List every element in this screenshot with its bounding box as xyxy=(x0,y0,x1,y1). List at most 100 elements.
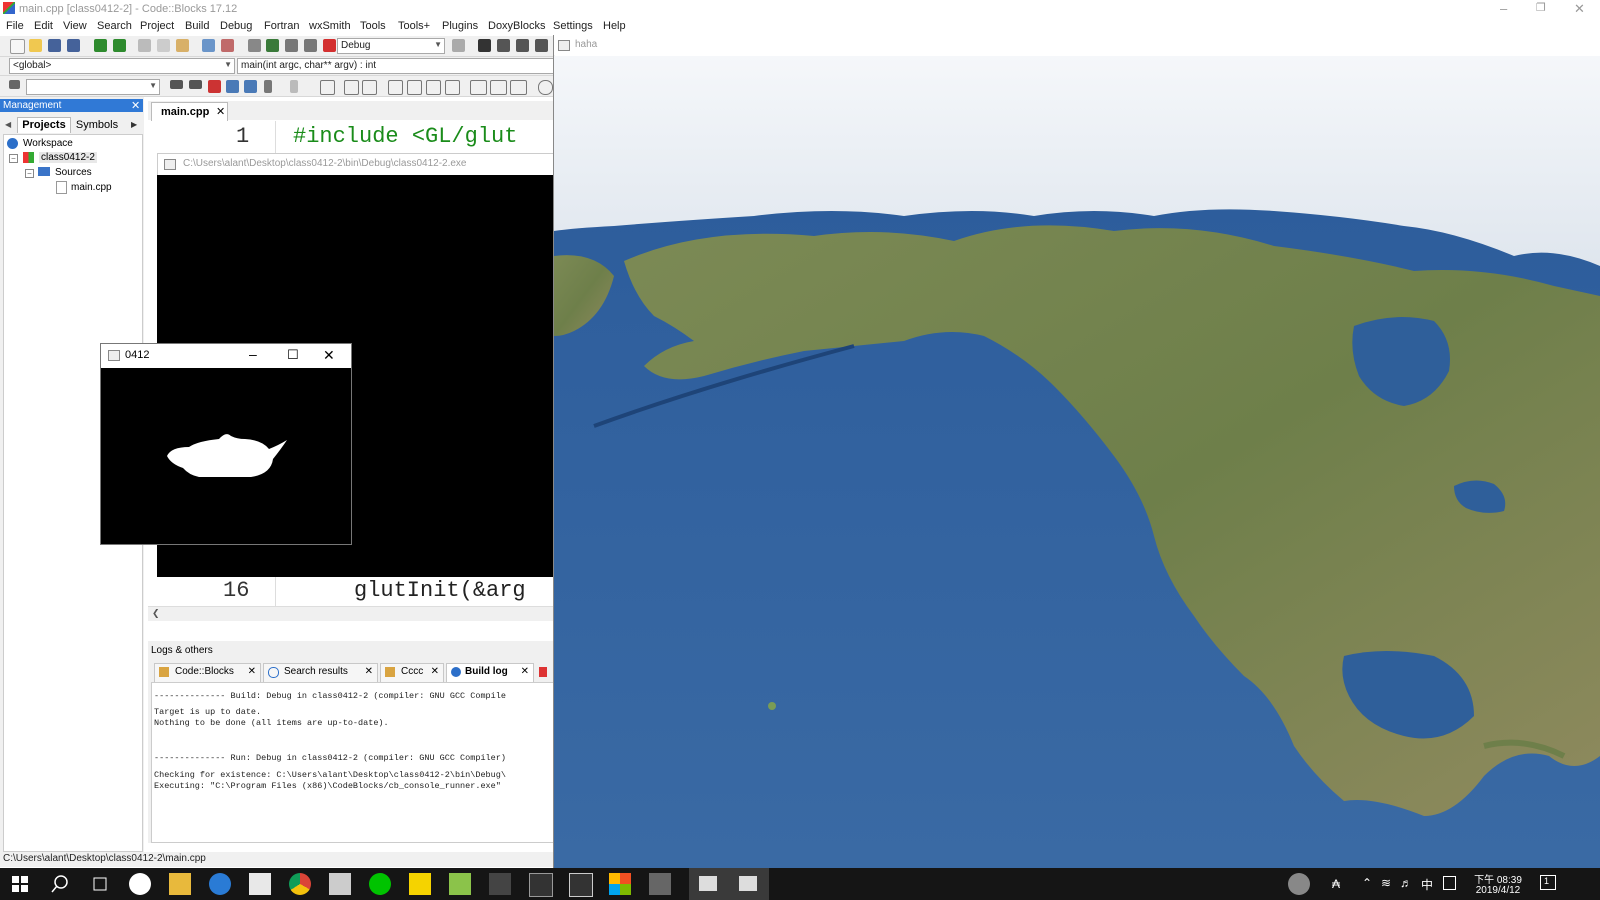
search-go-icon[interactable] xyxy=(9,80,20,89)
file-explorer-icon[interactable] xyxy=(169,873,191,895)
volume-icon[interactable]: ♬ xyxy=(1400,876,1412,890)
bug-icon[interactable] xyxy=(539,667,547,677)
save-icon[interactable] xyxy=(48,39,61,52)
close-icon[interactable]: ✕ xyxy=(248,666,256,677)
photos-icon[interactable] xyxy=(569,873,593,897)
glut-taskbar-button[interactable] xyxy=(689,868,729,900)
open-folder-icon[interactable] xyxy=(29,39,42,52)
tab-search-results[interactable]: Search results ✕ xyxy=(263,663,378,683)
next-line-icon[interactable] xyxy=(516,39,529,52)
tab-projects[interactable]: Projects xyxy=(17,117,71,133)
run-to-cursor-icon[interactable] xyxy=(497,39,510,52)
menu-debug[interactable]: Debug xyxy=(220,20,252,32)
store-icon[interactable] xyxy=(249,873,271,895)
whole-word-icon[interactable] xyxy=(244,80,257,93)
debug-start-icon[interactable] xyxy=(478,39,491,52)
new-file-icon[interactable] xyxy=(10,39,25,54)
build-gear-icon[interactable] xyxy=(248,39,261,52)
build-log-output[interactable]: -------------- Build: Debug in class0412… xyxy=(151,682,555,843)
tab-scroll-right-icon[interactable]: ▶ xyxy=(131,120,137,129)
find-icon[interactable] xyxy=(202,39,215,52)
menu-edit[interactable]: Edit xyxy=(34,20,53,32)
match-case-icon[interactable] xyxy=(226,80,239,93)
menu-build[interactable]: Build xyxy=(185,20,209,32)
horizontal-scrollbar[interactable]: ❮ xyxy=(148,606,555,621)
menu-search[interactable]: Search xyxy=(97,20,132,32)
tab-main-cpp[interactable]: main.cpp ✕ xyxy=(151,102,228,121)
menu-tools[interactable]: Tools xyxy=(360,20,386,32)
console-taskbar-icon[interactable] xyxy=(529,873,553,897)
run-icon[interactable] xyxy=(266,39,279,52)
form-icon-6[interactable] xyxy=(426,80,441,95)
ime-indicator[interactable]: 中 xyxy=(1421,876,1433,893)
scroll-left-icon[interactable]: ❮ xyxy=(152,608,160,619)
tree-item-sources[interactable]: Sources xyxy=(55,167,92,178)
maximize-icon[interactable]: ☐ xyxy=(287,347,299,363)
tree-item-project[interactable]: class0412-2 xyxy=(39,152,97,163)
line-app-icon[interactable] xyxy=(369,873,391,895)
form-icon-8[interactable] xyxy=(470,80,487,95)
minimize-icon[interactable]: – xyxy=(249,346,257,362)
office-icon[interactable] xyxy=(609,873,631,895)
menu-doxyblocks[interactable]: DoxyBlocks xyxy=(488,20,545,32)
menu-help[interactable]: Help xyxy=(603,20,626,32)
scope-select[interactable]: <global> ▼ xyxy=(9,58,235,74)
rebuild-icon[interactable] xyxy=(304,39,317,52)
target-options-icon[interactable] xyxy=(452,39,465,52)
mail-icon[interactable] xyxy=(329,873,351,895)
sticky-notes-icon[interactable] xyxy=(409,873,431,895)
tree-item-main-cpp[interactable]: main.cpp xyxy=(71,182,112,193)
build-target-select[interactable]: Debug ▼ xyxy=(337,38,445,54)
close-icon[interactable]: ✕ xyxy=(323,347,335,364)
form-icon-3[interactable] xyxy=(362,80,377,95)
collapse-icon[interactable]: – xyxy=(25,169,34,178)
arrow-left-icon[interactable] xyxy=(170,80,183,89)
copy-icon[interactable] xyxy=(157,39,170,52)
build-run-icon[interactable] xyxy=(285,39,298,52)
close-icon[interactable]: ✕ xyxy=(131,99,140,112)
menu-fortran[interactable]: Fortran xyxy=(264,20,299,32)
close-icon[interactable]: ✕ xyxy=(1574,1,1585,17)
form-icon-4[interactable] xyxy=(388,80,403,95)
close-icon[interactable]: ✕ xyxy=(365,666,373,677)
collapse-icon[interactable]: – xyxy=(9,154,18,163)
form-icon-2[interactable] xyxy=(344,80,359,95)
tab-scroll-left-icon[interactable]: ◀ xyxy=(5,120,11,129)
haha-taskbar-button[interactable] xyxy=(729,868,769,900)
tab-build-log[interactable]: Build log ✕ xyxy=(446,663,534,682)
menu-view[interactable]: View xyxy=(63,20,87,32)
codeblocks-taskbar-icon[interactable] xyxy=(449,873,471,895)
tab-cccc[interactable]: Cccc ✕ xyxy=(380,663,444,683)
form-icon-10[interactable] xyxy=(510,80,527,95)
clock-date[interactable]: 2019/4/12 xyxy=(1466,885,1530,896)
menu-settings[interactable]: Settings xyxy=(553,20,593,32)
abort-icon[interactable] xyxy=(323,39,336,52)
arrow-right-icon[interactable] xyxy=(189,80,202,89)
form-icon-9[interactable] xyxy=(490,80,507,95)
tree-item-workspace[interactable]: Workspace xyxy=(23,138,73,149)
tab-symbols[interactable]: Symbols xyxy=(72,118,122,132)
replace-icon[interactable] xyxy=(221,39,234,52)
form-block-icon[interactable] xyxy=(320,80,335,95)
clock-time[interactable]: 下午 08:39 xyxy=(1466,871,1530,886)
close-icon[interactable]: ✕ xyxy=(216,105,225,118)
task-view-icon[interactable] xyxy=(89,873,111,895)
people-icon[interactable]: ₳ xyxy=(1332,877,1340,891)
maps-app-icon[interactable] xyxy=(129,873,151,895)
chrome-icon[interactable] xyxy=(289,873,311,895)
zoom-icon[interactable] xyxy=(538,80,553,95)
windows-start-icon[interactable] xyxy=(9,873,31,895)
form-icon-7[interactable] xyxy=(445,80,460,95)
menu-wxsmith[interactable]: wxSmith xyxy=(309,20,351,32)
menu-tools-plus[interactable]: Tools+ xyxy=(398,20,430,32)
menu-project[interactable]: Project xyxy=(140,20,174,32)
keyboard-layout-icon[interactable] xyxy=(1443,876,1456,890)
save-all-icon[interactable] xyxy=(67,39,80,52)
minimize-icon[interactable]: – xyxy=(1500,1,1507,16)
function-select[interactable]: main(int argc, char** argv) : int xyxy=(237,58,554,74)
redo-icon[interactable] xyxy=(113,39,126,52)
incremental-search-input[interactable]: ▼ xyxy=(26,79,160,95)
highlight-icon[interactable] xyxy=(208,80,221,93)
movies-icon[interactable] xyxy=(649,873,671,895)
close-icon[interactable]: ✕ xyxy=(521,666,529,677)
